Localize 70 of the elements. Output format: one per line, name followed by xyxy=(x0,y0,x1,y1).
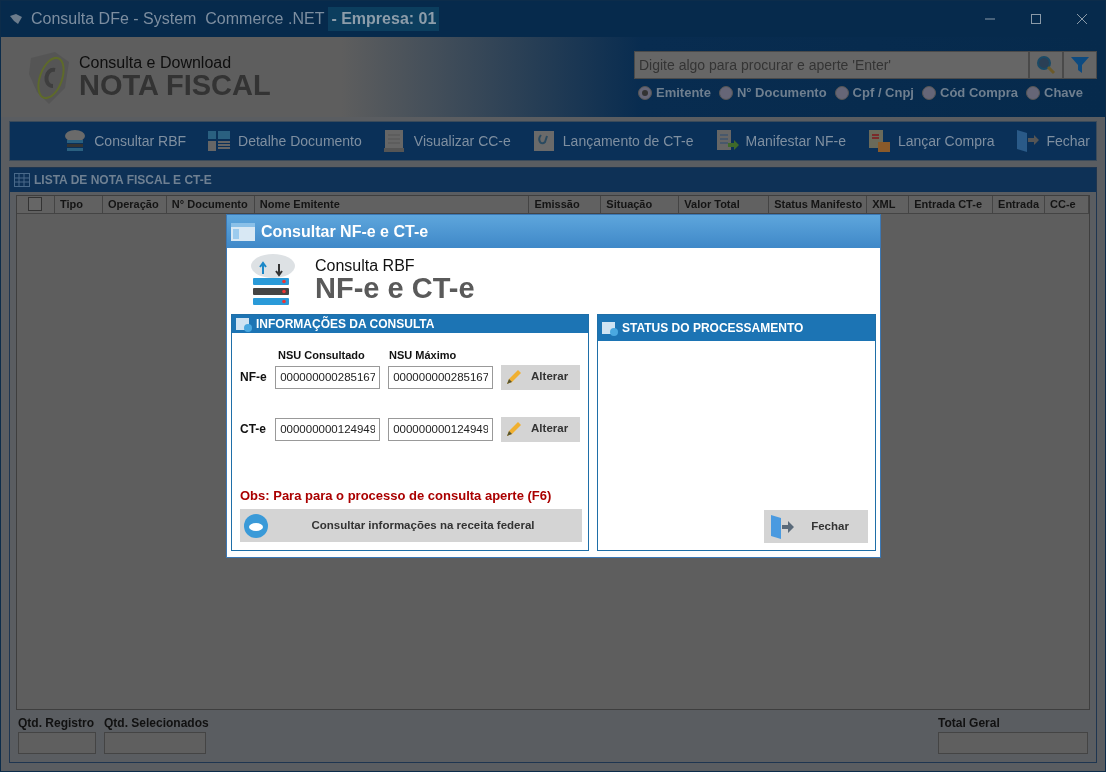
query-button[interactable]: Consultar informações na receita federal xyxy=(240,509,582,542)
radio-icon[interactable] xyxy=(1026,85,1040,100)
dialog-heading: NF-e e CT-e xyxy=(315,273,475,303)
search-icon xyxy=(1036,55,1056,75)
cloud-icon xyxy=(244,513,268,538)
column-header[interactable]: CC-e xyxy=(1045,196,1089,213)
company-label: - Empresa: 01 xyxy=(328,7,440,31)
edit-button[interactable]: Alterar xyxy=(501,364,580,390)
select-all-checkbox[interactable] xyxy=(28,197,43,211)
warning-note: Obs: Para para o processo de consulta aperte (F6) xyxy=(240,486,553,505)
pencil-icon xyxy=(505,368,524,386)
row-label: CT-e xyxy=(240,421,267,438)
column-header[interactable]: Situação xyxy=(601,196,680,213)
toolbar-button[interactable]: Lançar Compra xyxy=(865,128,995,154)
column-header[interactable]: Entrada xyxy=(993,196,1046,213)
pencil-icon xyxy=(505,420,524,438)
radio-icon[interactable] xyxy=(638,85,652,100)
maximize-icon[interactable] xyxy=(1031,14,1041,24)
filter-icon xyxy=(1070,55,1090,75)
column-header[interactable]: Nome Emitente xyxy=(254,196,530,213)
column-header[interactable]: Emissão xyxy=(529,196,602,213)
field-label: Qtd. Selecionados xyxy=(104,715,209,732)
panel-title: LISTA DE NOTA FISCAL E CT-E xyxy=(34,172,212,189)
search-option[interactable]: Chave xyxy=(1026,83,1084,103)
window-icon xyxy=(231,221,255,242)
toolbar-button[interactable]: Visualizar CC-e xyxy=(381,128,511,154)
filter-button[interactable] xyxy=(1063,51,1097,79)
column-header[interactable]: Status Manifesto xyxy=(769,196,868,213)
dialog-caption: Consulta RBF xyxy=(315,257,416,274)
edit-button[interactable]: Alterar xyxy=(501,416,580,442)
field-label: Qtd. Registro xyxy=(18,715,95,732)
window-title: Consulta DFe - System Commerce .NET xyxy=(31,9,325,29)
toolbar-button[interactable]: Manifestar NF-e xyxy=(713,128,846,154)
toolbar-button[interactable]: Fechar xyxy=(1014,128,1090,154)
column-header[interactable]: Valor Total xyxy=(679,196,770,213)
column-header[interactable]: XML xyxy=(867,196,910,213)
row-label: NF-e xyxy=(240,369,268,386)
panel-title: STATUS DO PROCESSAMENTO xyxy=(622,320,804,337)
nsu-field[interactable]: 000000000285167 xyxy=(275,365,381,389)
toolbar-button[interactable]: Lançamento de CT-e xyxy=(530,128,694,154)
table-icon xyxy=(14,173,30,187)
column-header[interactable]: Entrada CT-e xyxy=(909,196,994,213)
nsu-field[interactable]: 000000000124949 xyxy=(388,417,494,441)
app-logo-icon xyxy=(9,13,23,25)
nsu-field[interactable]: 000000000285167 xyxy=(388,365,494,389)
field-label: Total Geral xyxy=(938,715,1001,732)
column-label: NSU Máximo xyxy=(389,348,458,363)
exit-door-icon xyxy=(1014,128,1041,154)
radio-icon[interactable] xyxy=(718,85,733,100)
search-option[interactable]: N° Documento xyxy=(718,83,827,103)
grid-list-icon xyxy=(206,128,233,154)
header-subtitle: Consulta e Download xyxy=(79,54,233,71)
search-option[interactable]: Emitente xyxy=(638,83,711,103)
column-header[interactable]: Operação xyxy=(102,196,167,213)
panel-title: INFORMAÇÕES DA CONSULTA xyxy=(256,315,435,333)
exit-door-icon xyxy=(768,512,796,541)
column-label: NSU Consultado xyxy=(278,348,366,363)
dialog-title: Consultar NF-e e CT-e xyxy=(261,221,429,242)
toolbar-button[interactable]: Detalhe Documento xyxy=(206,128,362,154)
column-header[interactable]: Tipo xyxy=(54,196,103,213)
column-header[interactable]: N° Documento xyxy=(166,196,255,213)
toolbar-button[interactable]: Consultar RBF xyxy=(62,128,187,154)
close-icon[interactable] xyxy=(1077,14,1087,24)
search-button[interactable] xyxy=(1029,51,1063,79)
radio-icon[interactable] xyxy=(922,85,936,100)
search-option[interactable]: Cpf / Cnpj xyxy=(834,83,914,103)
search-option[interactable]: Cód Compra xyxy=(922,83,1018,103)
radio-icon[interactable] xyxy=(834,85,849,100)
nsu-field[interactable]: 000000000124949 xyxy=(275,417,381,441)
close-button[interactable]: Fechar xyxy=(764,510,868,543)
